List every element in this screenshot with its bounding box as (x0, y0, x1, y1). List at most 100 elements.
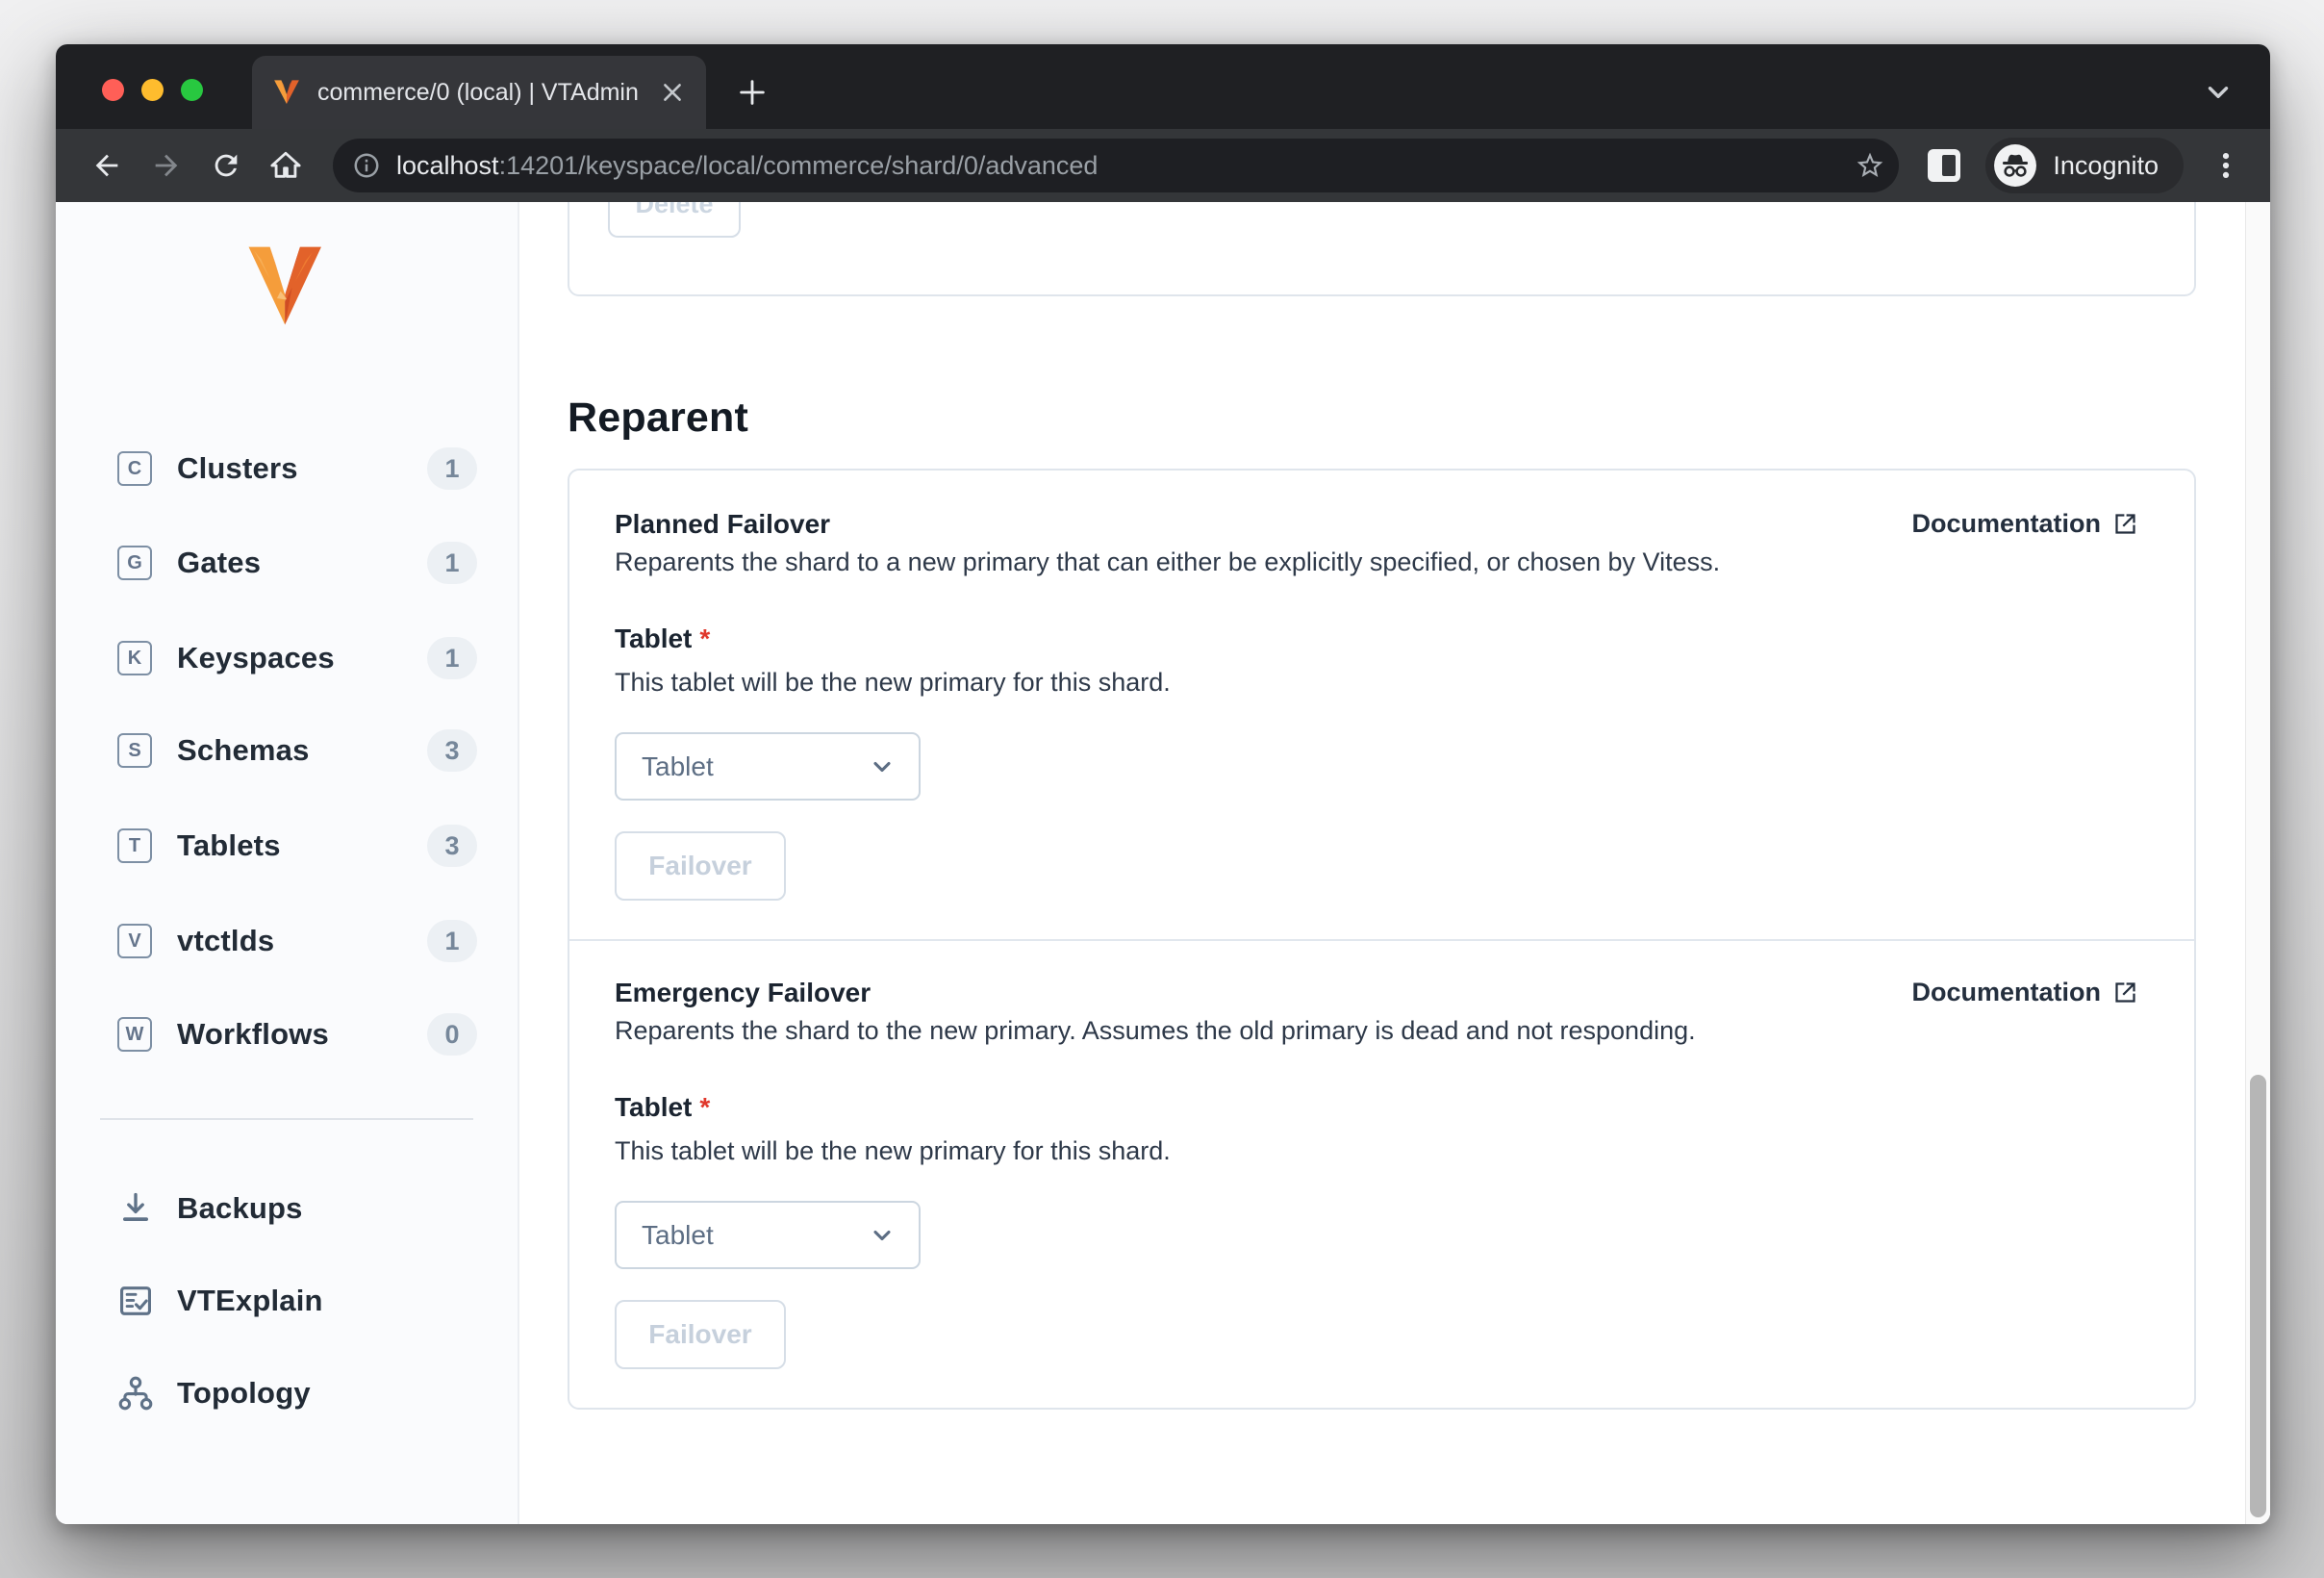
new-tab-button[interactable] (729, 69, 775, 115)
url-path: :14201/keyspace/local/commerce/shard/0/a… (498, 150, 1099, 180)
sidebar-item-schemas[interactable]: S Schemas 3 (56, 727, 519, 774)
url-bar[interactable]: localhost:14201/keyspace/local/commerce/… (333, 139, 1900, 192)
gates-count-badge: 1 (427, 542, 477, 584)
page-title: Reparent (568, 394, 748, 441)
emergency-failover-button[interactable]: Failover (615, 1300, 786, 1369)
workflows-count-badge: 0 (427, 1013, 477, 1056)
sidebar-item-backups[interactable]: Backups (56, 1184, 519, 1234)
planned-failover-section: Planned Failover Documentation Reparents… (569, 471, 2194, 939)
download-icon (115, 1188, 156, 1229)
schemas-count-badge: 3 (427, 729, 477, 772)
tablets-letter-icon: T (117, 828, 152, 863)
tablet-field-label: Tablet * (615, 1092, 2138, 1123)
clusters-count-badge: 1 (427, 447, 477, 490)
incognito-spy-icon (1994, 144, 2037, 187)
documentation-link[interactable]: Documentation (1911, 509, 2138, 539)
scrollbar-thumb[interactable] (2250, 1075, 2266, 1517)
minimize-window-button[interactable] (141, 79, 164, 101)
page-scrollbar[interactable] (2245, 202, 2270, 1524)
external-link-icon (2115, 982, 2135, 1003)
zoom-window-button[interactable] (181, 79, 203, 101)
tablet-field-label: Tablet * (615, 624, 2138, 654)
sidebar-item-label: VTExplain (177, 1284, 323, 1317)
sidebar-item-clusters[interactable]: C Clusters 1 (56, 445, 519, 492)
planned-failover-button[interactable]: Failover (615, 831, 786, 901)
tablet-select[interactable]: Tablet (615, 732, 921, 801)
bookmark-star-icon[interactable] (1855, 150, 1885, 181)
keyspaces-count-badge: 1 (427, 637, 477, 679)
sidebar: C Clusters 1 G Gates 1 K Keyspaces 1 S S… (56, 202, 519, 1524)
workflows-letter-icon: W (117, 1017, 152, 1052)
back-button[interactable] (81, 140, 133, 191)
sidebar-item-tablets[interactable]: T Tablets 3 (56, 823, 519, 869)
close-window-button[interactable] (102, 79, 124, 101)
sidebar-item-keyspaces[interactable]: K Keyspaces 1 (56, 635, 519, 681)
tab-strip: commerce/0 (local) | VTAdmin (56, 44, 2270, 129)
emergency-failover-description: Reparents the shard to the new primary. … (615, 1016, 1696, 1045)
sidebar-item-label: Schemas (177, 733, 310, 767)
reload-button[interactable] (200, 140, 252, 191)
documentation-label: Documentation (1911, 978, 2101, 1006)
tablet-select-value: Tablet (642, 1219, 714, 1250)
tablet-label-text: Tablet (615, 1092, 693, 1122)
sidebar-item-label: Topology (177, 1376, 311, 1410)
browser-menu-icon[interactable] (2205, 144, 2247, 187)
tablet-field-description: This tablet will be the new primary for … (615, 668, 1171, 697)
documentation-label: Documentation (1911, 509, 2101, 538)
vtctlds-letter-icon: V (117, 924, 152, 958)
url-host: localhost (396, 150, 499, 180)
site-info-icon[interactable] (352, 151, 381, 180)
chevron-down-icon (873, 761, 891, 772)
tablets-count-badge: 3 (427, 825, 477, 867)
required-asterisk: * (699, 624, 711, 653)
browser-window: commerce/0 (local) | VTAdmin localhost:1… (56, 44, 2270, 1524)
sidebar-item-vtctlds[interactable]: V vtctlds 1 (56, 918, 519, 964)
tab-title: commerce/0 (local) | VTAdmin (317, 78, 639, 106)
sidebar-item-label: Workflows (177, 1017, 329, 1051)
external-link-icon (2115, 514, 2135, 534)
checklist-icon (115, 1281, 156, 1321)
page-viewport: C Clusters 1 G Gates 1 K Keyspaces 1 S S… (56, 202, 2270, 1524)
tablet-select[interactable]: Tablet (615, 1201, 921, 1269)
tab-search-chevron-icon[interactable] (2197, 71, 2239, 114)
sidebar-item-label: Backups (177, 1191, 303, 1225)
required-asterisk: * (699, 1092, 711, 1122)
schemas-letter-icon: S (117, 733, 152, 768)
emergency-failover-title: Emergency Failover (615, 978, 872, 1007)
home-button[interactable] (260, 140, 312, 191)
sidebar-item-label: Tablets (177, 828, 281, 862)
gates-letter-icon: G (117, 546, 152, 580)
window-controls (102, 79, 203, 101)
sidebar-item-vtexplain[interactable]: VTExplain (56, 1276, 519, 1326)
planned-failover-title: Planned Failover (615, 509, 831, 539)
keyspaces-letter-icon: K (117, 641, 152, 675)
chevron-down-icon (873, 1230, 891, 1240)
tab-close-icon[interactable] (658, 78, 687, 107)
main-content: Delete Reparent Planned Failover Documen… (519, 202, 2245, 1524)
delete-shard-card: Delete (568, 202, 2196, 296)
documentation-link[interactable]: Documentation (1911, 978, 2138, 1007)
tablet-label-text: Tablet (615, 624, 693, 653)
vtctlds-count-badge: 1 (427, 920, 477, 962)
incognito-badge: Incognito (1985, 138, 2184, 193)
vitess-logo[interactable] (243, 246, 332, 327)
incognito-label: Incognito (2053, 150, 2159, 180)
clusters-letter-icon: C (117, 451, 152, 486)
sidebar-item-topology[interactable]: Topology (56, 1368, 519, 1418)
planned-failover-description: Reparents the shard to a new primary tha… (615, 547, 1721, 576)
side-panel-icon-inner (1942, 155, 1957, 176)
sidebar-item-workflows[interactable]: W Workflows 0 (56, 1011, 519, 1057)
topology-icon (115, 1373, 156, 1413)
tablet-field-description: This tablet will be the new primary for … (615, 1136, 1171, 1165)
delete-button[interactable]: Delete (608, 202, 741, 238)
browser-tab[interactable]: commerce/0 (local) | VTAdmin (252, 56, 706, 129)
sidebar-item-label: Gates (177, 546, 262, 579)
sidebar-item-label: Keyspaces (177, 641, 335, 674)
reparent-card: Planned Failover Documentation Reparents… (568, 469, 2196, 1410)
vitess-favicon-icon (274, 80, 299, 105)
sidebar-divider (100, 1118, 473, 1120)
sidebar-item-gates[interactable]: G Gates 1 (56, 540, 519, 586)
side-panel-icon[interactable] (1928, 149, 1961, 182)
sidebar-item-label: Clusters (177, 451, 298, 485)
forward-button[interactable] (140, 140, 192, 191)
